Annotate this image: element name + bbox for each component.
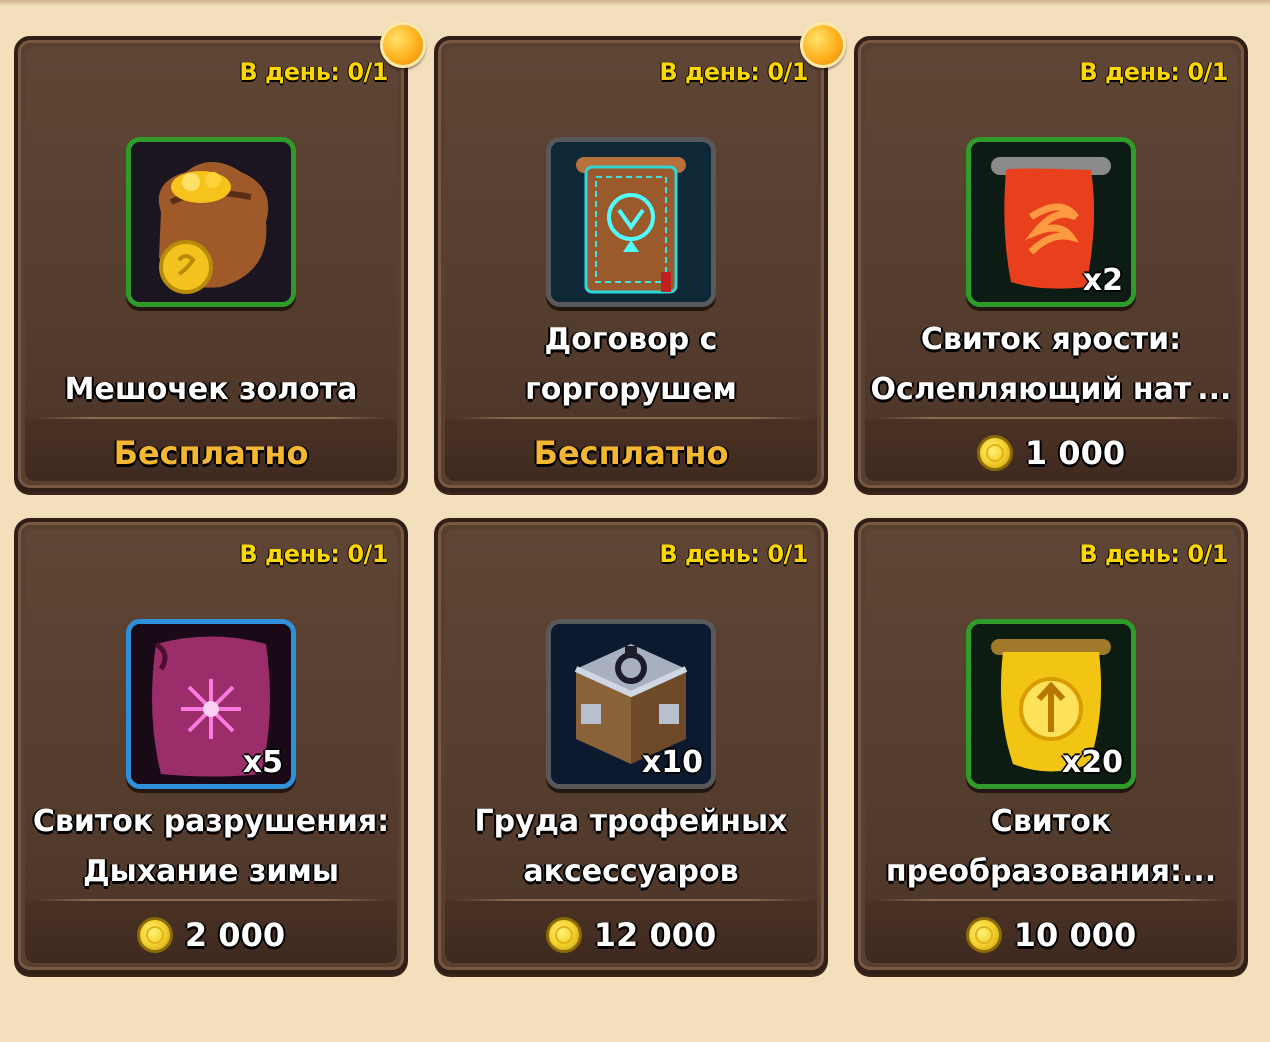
divider xyxy=(878,899,1224,901)
top-edge xyxy=(0,0,1270,6)
price-value: Бесплатно xyxy=(533,434,729,472)
daily-limit: В день: 0/1 xyxy=(239,540,388,568)
item-name: Договор с горгорушем xyxy=(525,322,737,407)
divider xyxy=(38,899,384,901)
shop-item-card[interactable]: В день: 0/1 x10 Груда трофейных аксессуа… xyxy=(434,518,828,974)
daily-limit: В день: 0/1 xyxy=(1079,58,1228,86)
divider xyxy=(38,417,384,419)
price-label[interactable]: Бесплатно xyxy=(438,434,824,472)
divider xyxy=(458,417,804,419)
price-value: 2 000 xyxy=(184,916,286,954)
price-label[interactable]: 1 000 xyxy=(858,434,1244,472)
item-name: Груда трофейных аксессуаров xyxy=(474,804,788,889)
daily-limit: В день: 0/1 xyxy=(659,58,808,86)
coin-icon xyxy=(545,917,582,953)
gold-pouch-icon xyxy=(131,142,291,302)
item-icon-frame: x2 xyxy=(966,137,1136,307)
daily-limit: В день: 0/1 xyxy=(1079,540,1228,568)
item-name: Свиток разрушения: Дыхание зимы xyxy=(32,804,390,889)
shop-item-card[interactable]: В день: 0/1 Мешочек золота Бесплатно xyxy=(14,22,426,492)
shop-item-card[interactable]: В день: 0/1 x20 Свиток преобразования:..… xyxy=(854,518,1248,974)
daily-limit: В день: 0/1 xyxy=(239,58,388,86)
item-quantity: x2 xyxy=(1082,263,1123,298)
item-quantity: x10 xyxy=(641,745,703,780)
shop-item-card[interactable]: В день: 0/1 Договор с горгорушем Бесплат… xyxy=(434,22,846,492)
divider xyxy=(458,899,804,901)
price-value: 1 000 xyxy=(1024,434,1126,472)
item-icon-frame xyxy=(126,137,296,307)
coin-icon xyxy=(965,917,1002,953)
price-value: 12 000 xyxy=(593,916,717,954)
item-icon-frame xyxy=(546,137,716,307)
item-quantity: x20 xyxy=(1061,745,1123,780)
coin-icon xyxy=(136,917,173,953)
item-icon-frame: x5 xyxy=(126,619,296,789)
shop-item-card[interactable]: В день: 0/1 x5 Свиток разрушения: Дыхани… xyxy=(14,518,408,974)
shop-grid: В день: 0/1 Мешочек золота Бесплатно В д… xyxy=(14,22,1248,974)
price-value: 10 000 xyxy=(1013,916,1137,954)
item-icon-frame: x10 xyxy=(546,619,716,789)
item-name: Мешочек золота xyxy=(64,372,358,407)
shop-item-card[interactable]: В день: 0/1 x2 Свиток ярости: Ослепляющи… xyxy=(854,36,1248,492)
coin-icon xyxy=(976,435,1013,471)
price-label[interactable]: 10 000 xyxy=(858,916,1244,954)
divider xyxy=(878,417,1224,419)
price-label[interactable]: Бесплатно xyxy=(18,434,404,472)
item-icon-frame: x20 xyxy=(966,619,1136,789)
contract-scroll-icon xyxy=(551,142,711,302)
daily-limit: В день: 0/1 xyxy=(659,540,808,568)
price-value: Бесплатно xyxy=(113,434,309,472)
item-quantity: x5 xyxy=(242,745,283,780)
price-label[interactable]: 12 000 xyxy=(438,916,824,954)
price-label[interactable]: 2 000 xyxy=(18,916,404,954)
item-name: Свиток преобразования:... xyxy=(885,804,1217,889)
item-name: Свиток ярости: Ослепляющий нат ... xyxy=(870,322,1232,407)
